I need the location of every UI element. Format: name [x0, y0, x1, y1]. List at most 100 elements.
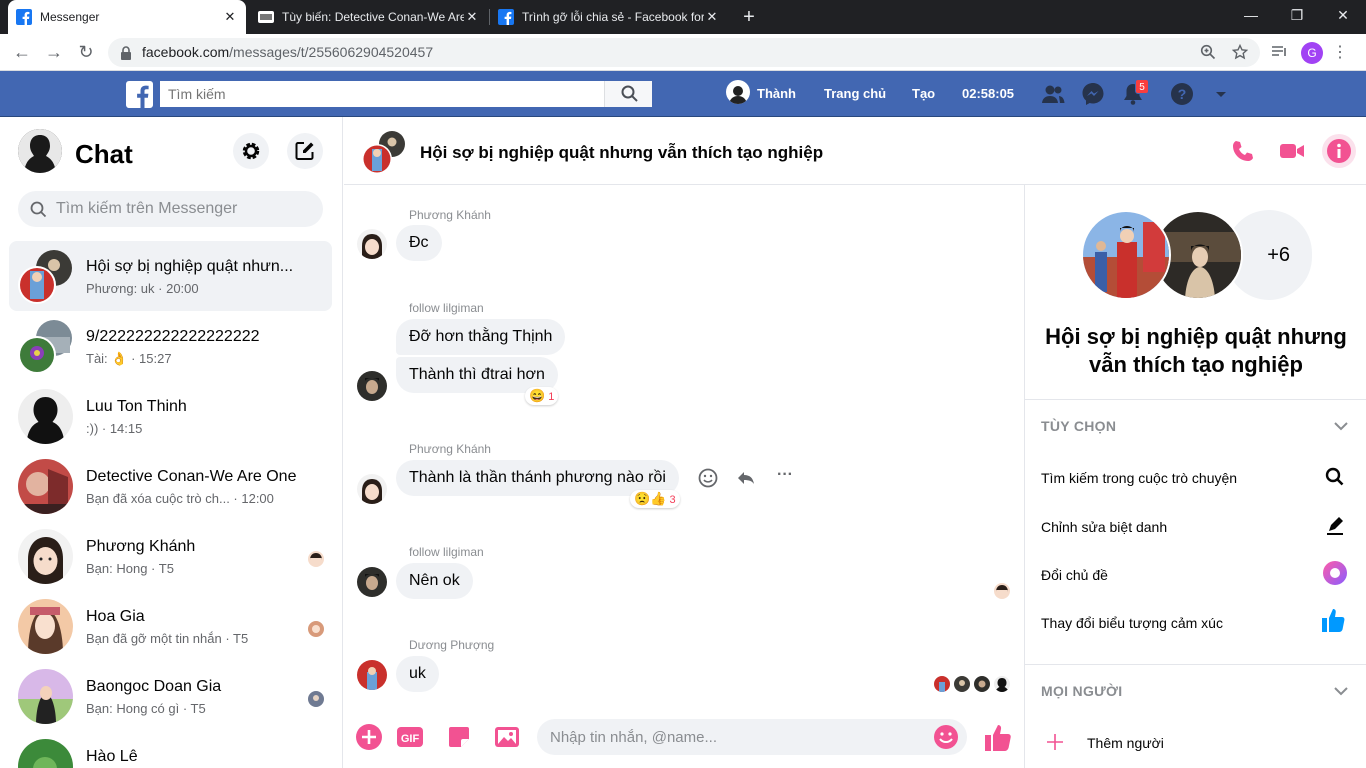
browser-toolbar: ← → ↻ facebook.com/messages/t/2556062904… — [0, 34, 1366, 71]
search-in-conversation-option[interactable]: Tìm kiếm trong cuộc trò chuyện — [1041, 470, 1237, 486]
thumbs-up-icon[interactable] — [1320, 606, 1348, 634]
new-tab-button[interactable]: + — [738, 6, 760, 28]
message-bubble[interactable]: Đỡ hơn thằng Thịnh — [396, 319, 566, 355]
close-window-button[interactable]: ✕ — [1320, 0, 1366, 30]
tab-debugger[interactable]: Trình gỡ lỗi chia sẻ - Facebook for Deve… — [490, 0, 728, 34]
read-receipt-avatar — [994, 676, 1010, 692]
my-avatar[interactable] — [18, 129, 62, 173]
tab-messenger[interactable]: Messenger ✕ — [8, 0, 246, 34]
browser-tab-strip: Messenger ✕ Tùy biến: Detective Conan-We… — [0, 0, 1366, 34]
home-link[interactable]: Trang chủ — [824, 86, 886, 101]
conversation-item[interactable]: Hội sợ bị nghiệp quật nhưn... Phương: uk… — [9, 241, 332, 311]
video-call-icon[interactable] — [1278, 137, 1306, 165]
message-bubble[interactable]: Đc — [396, 225, 442, 261]
tab-title: Trình gỡ lỗi chia sẻ - Facebook for Deve… — [522, 10, 704, 24]
options-section-header[interactable]: TÙY CHỌN — [1041, 418, 1116, 434]
change-theme-option[interactable]: Đổi chủ đề — [1041, 567, 1108, 583]
read-receipt-avatar — [994, 583, 1010, 599]
conversation-name: Luu Ton Thinh — [86, 398, 187, 415]
sender-avatar[interactable] — [357, 660, 387, 690]
messenger-icon[interactable] — [1080, 81, 1106, 107]
conversation-item[interactable]: Baongoc Doan Gia Bạn: Hong có gì · T5 — [9, 661, 332, 731]
sender-avatar[interactable] — [357, 229, 387, 259]
conversation-item[interactable]: Phương Khánh Bạn: Hong · T5 — [9, 521, 332, 591]
settings-button[interactable] — [233, 133, 269, 169]
sticker-icon[interactable] — [445, 723, 473, 751]
add-people-option[interactable]: Thêm người — [1087, 735, 1164, 751]
chevron-down-icon[interactable] — [1332, 682, 1350, 700]
conversation-preview: Bạn đã gỡ một tin nhắn · T5 — [86, 631, 249, 646]
more-options-icon[interactable]: ··· — [775, 466, 795, 484]
create-link[interactable]: Tạo — [912, 86, 935, 101]
forward-arrow-icon[interactable]: → — [42, 41, 66, 65]
contact-avatar — [18, 599, 73, 654]
sidebar-title: Chat — [75, 139, 133, 169]
messenger-search-input[interactable] — [56, 191, 306, 227]
message-bubble[interactable]: uk — [396, 656, 439, 692]
group-avatar — [18, 319, 73, 374]
people-section-header[interactable]: MỌI NGƯỜI — [1041, 683, 1122, 699]
bookmark-star-icon[interactable] — [1232, 44, 1248, 60]
close-tab-icon[interactable]: ✕ — [464, 9, 480, 25]
conversation-item[interactable]: Hào Lê — [9, 731, 332, 768]
media-queue-icon[interactable] — [1271, 44, 1289, 60]
conversation-item[interactable]: Hoa Gia Bạn đã gỡ một tin nhắn · T5 — [9, 591, 332, 661]
minimize-button[interactable]: — — [1228, 0, 1274, 30]
add-more-icon[interactable] — [355, 723, 383, 751]
close-tab-icon[interactable]: ✕ — [222, 9, 238, 25]
profile-avatar[interactable]: G — [1301, 42, 1323, 64]
add-person-icon[interactable] — [1045, 732, 1065, 752]
back-arrow-icon[interactable]: ← — [10, 41, 34, 65]
theme-color-icon[interactable] — [1322, 560, 1348, 586]
zoom-icon[interactable] — [1200, 44, 1216, 60]
sender-avatar[interactable] — [357, 474, 387, 504]
thumbs-up-send-icon[interactable] — [982, 721, 1014, 753]
seen-indicator-avatar — [308, 551, 324, 567]
close-tab-icon[interactable]: ✕ — [704, 9, 720, 25]
change-emoji-option[interactable]: Thay đổi biểu tượng cảm xúc — [1041, 615, 1223, 631]
message-reaction[interactable]: 😟👍 3 — [630, 490, 680, 508]
message-input[interactable] — [550, 719, 920, 755]
account-dropdown-icon[interactable] — [1208, 81, 1234, 107]
browser-menu-icon[interactable]: ⋮ — [1332, 42, 1348, 62]
message-list: Phương Khánh Đc follow lilgiman Đỡ hơn t… — [344, 185, 1024, 715]
info-icon — [1327, 139, 1351, 163]
emoji-picker-icon[interactable] — [933, 724, 959, 750]
gif-icon[interactable]: GIF — [396, 723, 424, 751]
message-reaction[interactable]: 😄 1 — [525, 387, 559, 405]
conversation-info-panel: +6 Hội sợ bị nghiệp quật nhưng vẫn thích… — [1024, 185, 1366, 768]
address-bar[interactable]: facebook.com/messages/t/2556062904520457 — [108, 38, 1260, 67]
photo-icon[interactable] — [493, 723, 521, 751]
profile-link[interactable]: Thành — [757, 86, 796, 101]
group-avatar[interactable] — [362, 130, 406, 174]
member-avatar[interactable] — [1081, 210, 1171, 300]
thread-info-button[interactable] — [1322, 134, 1356, 168]
conversation-item[interactable]: Luu Ton Thinh :)) · 14:15 — [9, 381, 332, 451]
maximize-button[interactable]: ❐ — [1274, 0, 1320, 30]
phone-call-icon[interactable] — [1229, 137, 1257, 165]
message-bubble[interactable]: Nên ok — [396, 563, 473, 599]
react-emoji-icon[interactable] — [698, 468, 718, 488]
reply-icon[interactable] — [736, 468, 756, 488]
tab-customize[interactable]: Tùy biến: Detective Conan-We Are One ✕ — [250, 0, 488, 34]
friends-icon[interactable] — [1040, 81, 1066, 107]
sender-avatar[interactable] — [357, 567, 387, 597]
chevron-down-icon[interactable] — [1332, 417, 1350, 435]
search-icon — [621, 85, 638, 102]
facebook-logo-icon[interactable] — [126, 81, 153, 108]
divider — [1025, 664, 1366, 665]
pencil-icon[interactable] — [1322, 512, 1348, 538]
search-icon[interactable] — [1322, 464, 1348, 490]
facebook-search-input[interactable] — [160, 81, 600, 107]
conversation-item[interactable]: 9/222222222222222222 Tài: 👌 · 15:27 — [9, 311, 332, 381]
search-button[interactable] — [604, 81, 652, 107]
sender-avatar[interactable] — [357, 371, 387, 401]
reload-icon[interactable]: ↻ — [74, 41, 98, 65]
conversation-name: 9/222222222222222222 — [86, 328, 260, 345]
edit-nicknames-option[interactable]: Chỉnh sửa biệt danh — [1041, 519, 1167, 535]
message-sender: follow lilgiman — [409, 301, 484, 315]
conversation-item[interactable]: Detective Conan-We Are One Bạn đã xóa cu… — [9, 451, 332, 521]
user-avatar[interactable] — [726, 80, 750, 104]
new-message-button[interactable] — [287, 133, 323, 169]
help-icon[interactable]: ? — [1169, 81, 1195, 107]
